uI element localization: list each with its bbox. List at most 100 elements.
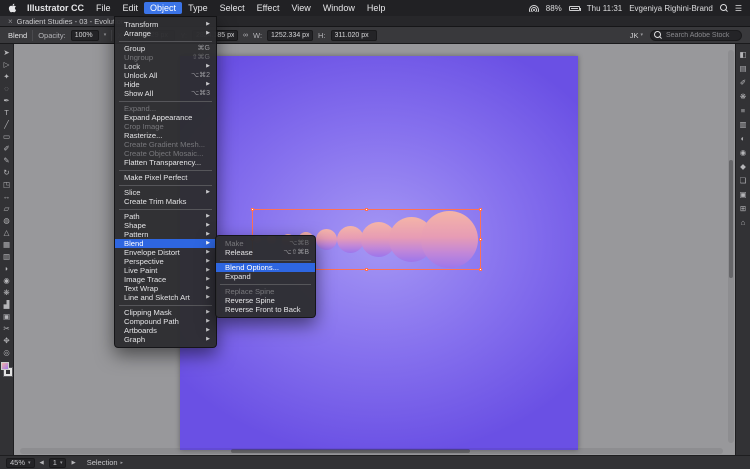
menu-item-group[interactable]: Group⌘G▶ [115,44,216,53]
menu-item-transform[interactable]: Transform▶ [115,20,216,29]
menu-item-path[interactable]: Path▶ [115,212,216,221]
w-input[interactable] [267,30,313,41]
menu-item-blend[interactable]: Blend▶ [115,239,216,248]
constrain-proportions-icon[interactable]: ∞ [243,32,248,39]
menu-item-release[interactable]: Release⌥⇧⌘B▶ [216,248,315,257]
selection-handle[interactable] [365,208,368,211]
rectangle-tool-button[interactable]: ▭ [3,131,11,143]
artboard-tool-button[interactable]: ▣ [3,311,11,323]
status-indicator[interactable]: Selection ▸ [87,458,123,467]
blend-tool-button[interactable]: ◉ [3,275,11,287]
menu-item-slice[interactable]: Slice▶ [115,188,216,197]
layers-panel-tab[interactable]: ❏ [739,174,746,188]
horizontal-scrollbar[interactable] [20,448,723,454]
shape-builder-tool-button[interactable]: ◍ [3,215,11,227]
selection-handle[interactable] [479,268,482,271]
hand-tool-button[interactable]: ✥ [3,335,11,347]
menu-item-envelope-distort[interactable]: Envelope Distort▶ [115,248,216,257]
artboards-panel-tab[interactable]: ▣ [739,188,746,202]
menu-item-compound-path[interactable]: Compound Path▶ [115,317,216,326]
pencil-tool-button[interactable]: ✎ [3,155,11,167]
vertical-scrollbar[interactable] [728,50,734,443]
libraries-panel-tab[interactable]: ⌂ [739,216,746,230]
menubar-item-effect[interactable]: Effect [251,2,286,14]
selection-handle[interactable] [479,208,482,211]
column-graph-tool-button[interactable]: ▟ [3,299,11,311]
opacity-dropdown-caret[interactable]: ▾ [104,32,107,38]
color-panel-tab[interactable]: ◧ [739,48,746,62]
menu-item-reverse-front-to-back[interactable]: Reverse Front to Back▶ [216,305,315,314]
menu-item-image-trace[interactable]: Image Trace▶ [115,275,216,284]
menubar-user-name[interactable]: Evgeniya Righini-Brand [629,4,713,13]
artboard-number-dropdown[interactable]: 1 ▾ [49,458,67,468]
menu-item-line-and-sketch-art[interactable]: Line and Sketch Art▶ [115,293,216,302]
menu-item-shape[interactable]: Shape▶ [115,221,216,230]
menubar-item-file[interactable]: File [90,2,117,14]
fill-color-well[interactable] [1,362,9,370]
menu-item-hide[interactable]: Hide▶ [115,80,216,89]
stroke-panel-tab[interactable]: ≡ [739,104,746,118]
search-adobe-stock-input[interactable] [650,30,742,41]
menubar-clock[interactable]: Thu 11:31 [587,4,622,13]
battery-icon[interactable] [569,6,580,11]
gradient-panel-tab[interactable]: ▥ [739,118,746,132]
h-input[interactable] [331,30,377,41]
menu-item-create-trim-marks[interactable]: Create Trim Marks▶ [115,197,216,206]
wifi-icon[interactable] [529,5,539,12]
next-artboard-button[interactable]: ▶ [71,460,75,466]
menubar-item-type[interactable]: Type [182,2,214,14]
menubar-item-illustrator-cc[interactable]: Illustrator CC [21,2,90,14]
menu-item-create-gradient-mesh[interactable]: Create Gradient Mesh...▶ [115,140,216,149]
menu-item-show-all[interactable]: Show All⌥⌘3▶ [115,89,216,98]
perspective-grid-tool-button[interactable]: △ [3,227,11,239]
menu-item-clipping-mask[interactable]: Clipping Mask▶ [115,308,216,317]
menu-item-perspective[interactable]: Perspective▶ [115,257,216,266]
menu-item-unlock-all[interactable]: Unlock All⌥⌘2▶ [115,71,216,80]
horizontal-scrollbar-thumb[interactable] [231,449,470,453]
menu-item-expand[interactable]: Expand...▶ [115,104,216,113]
menu-item-blend-options[interactable]: Blend Options...▶ [216,263,315,272]
selection-handle[interactable] [479,238,482,241]
spotlight-search-icon[interactable] [720,4,728,12]
menu-item-make-pixel-perfect[interactable]: Make Pixel Perfect▶ [115,173,216,182]
menu-item-live-paint[interactable]: Live Paint▶ [115,266,216,275]
previous-artboard-button[interactable]: ◀ [40,460,44,466]
menu-item-make[interactable]: Make⌥⌘B▶ [216,239,315,248]
selection-handle[interactable] [251,208,254,211]
symbol-sprayer-tool-button[interactable]: ❋ [3,287,11,299]
graphic-styles-panel-tab[interactable]: ◆ [739,160,746,174]
gradient-tool-button[interactable]: ▥ [3,251,11,263]
menu-item-lock[interactable]: Lock▶ [115,62,216,71]
width-tool-button[interactable]: ↔ [3,191,11,203]
zoom-level-dropdown[interactable]: 45% ▾ [6,458,35,468]
menu-item-graph[interactable]: Graph▶ [115,335,216,344]
tab-close-icon[interactable]: × [8,17,13,26]
menubar-item-edit[interactable]: Edit [117,2,145,14]
swatches-panel-tab[interactable]: ▤ [739,62,746,76]
menu-item-expand-blend[interactable]: Expand▶ [216,272,315,281]
menubar-item-object[interactable]: Object [144,2,182,14]
menu-item-rasterize[interactable]: Rasterize...▶ [115,131,216,140]
free-transform-tool-button[interactable]: ▱ [3,203,11,215]
menu-item-create-object-mosaic[interactable]: Create Object Mosaic...▶ [115,149,216,158]
direct-selection-tool-button[interactable]: ▷ [3,59,11,71]
menu-item-artboards[interactable]: Artboards▶ [115,326,216,335]
menu-item-expand-appearance[interactable]: Expand Appearance▶ [115,113,216,122]
menubar-item-select[interactable]: Select [214,2,251,14]
menu-item-replace-spine[interactable]: Replace Spine▶ [216,287,315,296]
magic-wand-tool-button[interactable]: ✦ [3,71,11,83]
lasso-tool-button[interactable]: ◌ [3,83,11,95]
zoom-tool-button[interactable]: ◎ [3,347,11,359]
paintbrush-tool-button[interactable]: ✐ [3,143,11,155]
pen-tool-button[interactable]: ✒ [3,95,11,107]
vertical-scrollbar-thumb[interactable] [729,160,733,278]
brushes-panel-tab[interactable]: ✐ [739,76,746,90]
rotate-tool-button[interactable]: ↻ [3,167,11,179]
menu-item-crop-image[interactable]: Crop Image▶ [115,122,216,131]
notification-center-icon[interactable]: ☰ [735,4,742,13]
selection-handle[interactable] [365,268,368,271]
menubar-item-view[interactable]: View [285,2,316,14]
mesh-tool-button[interactable]: ▦ [3,239,11,251]
menubar-item-window[interactable]: Window [317,2,361,14]
line-segment-tool-button[interactable]: ╱ [3,119,11,131]
